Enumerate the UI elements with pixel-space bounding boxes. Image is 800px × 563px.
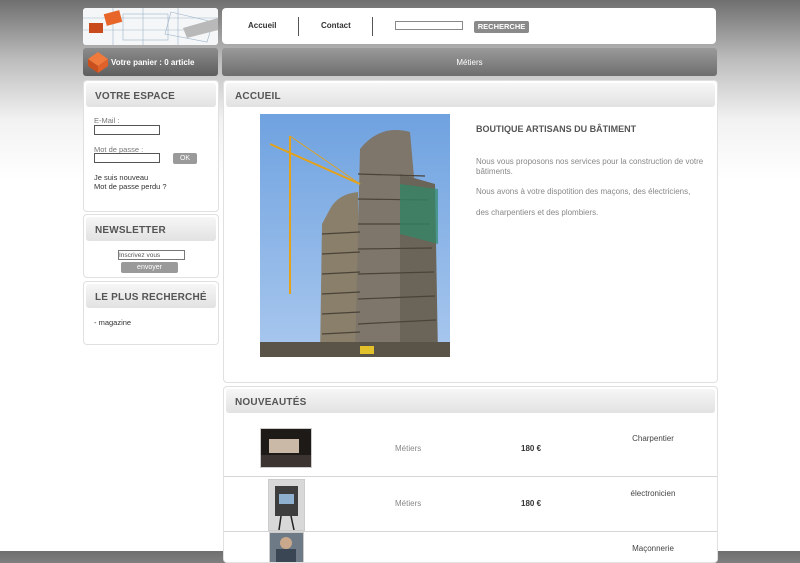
panel-header: NEWSLETTER: [86, 217, 216, 241]
cart-box-icon: [88, 52, 108, 73]
blueprint-logo-image: [83, 8, 218, 45]
carpenter-photo: [261, 429, 311, 467]
shop-heading: BOUTIQUE ARTISANS DU BÂTIMENT: [476, 124, 637, 134]
construction-site-image: [260, 114, 450, 357]
product-name-link[interactable]: Charpentier: [593, 434, 713, 443]
intro-paragraph: Nous vous proposons nos services pour la…: [476, 157, 704, 176]
services-paragraph: Nous avons à votre dispotition des maçon…: [476, 187, 691, 196]
nav-divider: [298, 17, 299, 36]
product-name-link[interactable]: électronicien: [593, 489, 713, 498]
register-link[interactable]: Je suis nouveau: [94, 173, 148, 182]
forgot-password-link[interactable]: Mot de passe perdu ?: [94, 182, 167, 191]
category-bar: Métiers: [222, 48, 717, 76]
nav-contact-link[interactable]: Contact: [321, 21, 351, 30]
newsletter-email-input[interactable]: [118, 250, 185, 260]
product-category-link[interactable]: Métiers: [395, 499, 421, 508]
search-button[interactable]: RECHERCHE: [474, 21, 529, 33]
panel-header: VOTRE ESPACE: [86, 83, 216, 107]
product-category-link[interactable]: Métiers: [395, 444, 421, 453]
email-label: E-Mail :: [94, 116, 120, 125]
nav-divider: [372, 17, 373, 36]
product-thumbnail[interactable]: [268, 479, 305, 531]
newsletter-panel: NEWSLETTER envoyer: [83, 214, 219, 278]
electrical-box-photo: [269, 480, 304, 530]
user-space-panel: VOTRE ESPACE E-Mail : Mot de passe : OK …: [83, 80, 219, 212]
accueil-panel: ACCUEIL BOUTIQUE ARTISANS DU BÂTIMENT No…: [223, 80, 718, 383]
email-field[interactable]: [94, 125, 160, 135]
top-navigation: Accueil Contact RECHERCHE: [222, 8, 716, 44]
search-input[interactable]: [395, 21, 463, 30]
panel-header: LE PLUS RECHERCHÉ: [86, 284, 216, 308]
category-metiers-link[interactable]: Métiers: [222, 58, 717, 67]
product-row[interactable]: Métiers 180 € Charpentier: [224, 422, 717, 477]
panel-title: ACCUEIL: [235, 91, 281, 102]
panel-title: NEWSLETTER: [95, 225, 166, 236]
product-row[interactable]: Maçonnerie: [224, 532, 717, 562]
cart-bar[interactable]: Votre panier : 0 article: [83, 48, 218, 76]
panel-title: VOTRE ESPACE: [95, 91, 176, 102]
panel-title: LE PLUS RECHERCHÉ: [95, 292, 207, 303]
mason-photo: [270, 533, 303, 562]
product-thumbnail[interactable]: [260, 428, 312, 468]
nav-accueil-link[interactable]: Accueil: [248, 21, 276, 30]
product-price: 180 €: [521, 499, 542, 508]
panel-header: NOUVEAUTÉS: [226, 389, 715, 413]
panel-header: ACCUEIL: [226, 83, 715, 107]
product-row[interactable]: Métiers 180 € électronicien: [224, 477, 717, 532]
services-paragraph-cont: des charpentiers et des plombiers.: [476, 208, 599, 217]
password-field[interactable]: [94, 153, 160, 163]
product-price: 180 €: [521, 444, 542, 453]
product-thumbnail[interactable]: [269, 532, 304, 562]
cart-summary: Votre panier : 0 article: [111, 58, 195, 67]
popular-panel: LE PLUS RECHERCHÉ - magazine: [83, 281, 219, 345]
panel-title: NOUVEAUTÉS: [235, 397, 307, 408]
popular-item-link[interactable]: - magazine: [94, 318, 131, 327]
site-logo[interactable]: [83, 8, 218, 45]
new-products-panel: NOUVEAUTÉS Métiers 180 € Charpentier Mét…: [223, 386, 718, 563]
newsletter-send-button[interactable]: envoyer: [121, 262, 178, 273]
product-name-link[interactable]: Maçonnerie: [593, 544, 713, 553]
login-ok-button[interactable]: OK: [173, 153, 197, 164]
